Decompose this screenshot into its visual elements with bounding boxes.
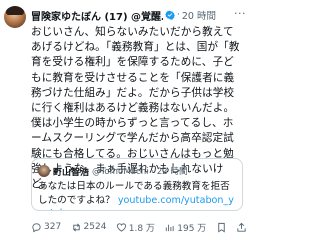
share-button[interactable] — [236, 222, 247, 233]
like-count: 1.8 万 — [128, 223, 155, 234]
action-bar: 327 2524 1.8 万 195 万 — [31, 219, 247, 235]
quoted-tweet-text: あなたは日本のルールである義務教育を拒否 したのですよね？ youtube.co… — [38, 180, 238, 210]
quoted-author-handle: @TomoMachi · 22 時間 — [92, 167, 188, 177]
retweet-button[interactable]: 2524 — [71, 222, 107, 233]
author-name[interactable]: 冒険家ゆたぼん (17) @覚醒… — [31, 8, 163, 23]
more-options-icon[interactable]: ··· — [234, 7, 246, 20]
retweet-count: 2524 — [83, 222, 107, 232]
reply-button[interactable]: 327 — [31, 222, 61, 233]
quoted-tweet[interactable]: 町山智浩 @TomoMachi · 22 時間 あなたは日本のルールである義務教… — [31, 158, 243, 211]
quoted-text-line2: したのですよね？ — [38, 194, 118, 206]
bookmark-button[interactable] — [216, 222, 227, 233]
views-count: 195 万 — [177, 223, 207, 234]
quoted-text-line1: あなたは日本のルールである義務教育を拒否 — [38, 181, 230, 192]
views-chart-icon — [166, 224, 174, 231]
share-icon — [237, 222, 246, 232]
quoted-tweet-header: 町山智浩 @TomoMachi · 22 時間 — [38, 164, 238, 178]
quoted-author-avatar — [38, 165, 50, 177]
verified-badge-icon — [165, 10, 175, 20]
like-button[interactable]: 1.8 万 — [116, 221, 155, 234]
tweet-time[interactable]: 20 時間 — [182, 8, 216, 22]
retweet-icon — [72, 223, 80, 231]
header-separator: · — [177, 10, 180, 20]
tweet-header: 冒険家ゆたぼん (17) @覚醒… · 20 時間 ··· — [31, 7, 246, 23]
bookmark-icon — [217, 222, 225, 232]
views-button[interactable]: 195 万 — [164, 221, 206, 234]
tweet: 冒険家ゆたぼん (17) @覚醒… · 20 時間 ··· おじいさん、知らない… — [0, 0, 250, 241]
author-avatar[interactable] — [4, 6, 26, 28]
heart-icon — [116, 222, 126, 232]
reply-icon — [32, 222, 41, 232]
quoted-author-name: 町山智浩 — [53, 167, 90, 178]
reply-count: 327 — [44, 222, 62, 232]
